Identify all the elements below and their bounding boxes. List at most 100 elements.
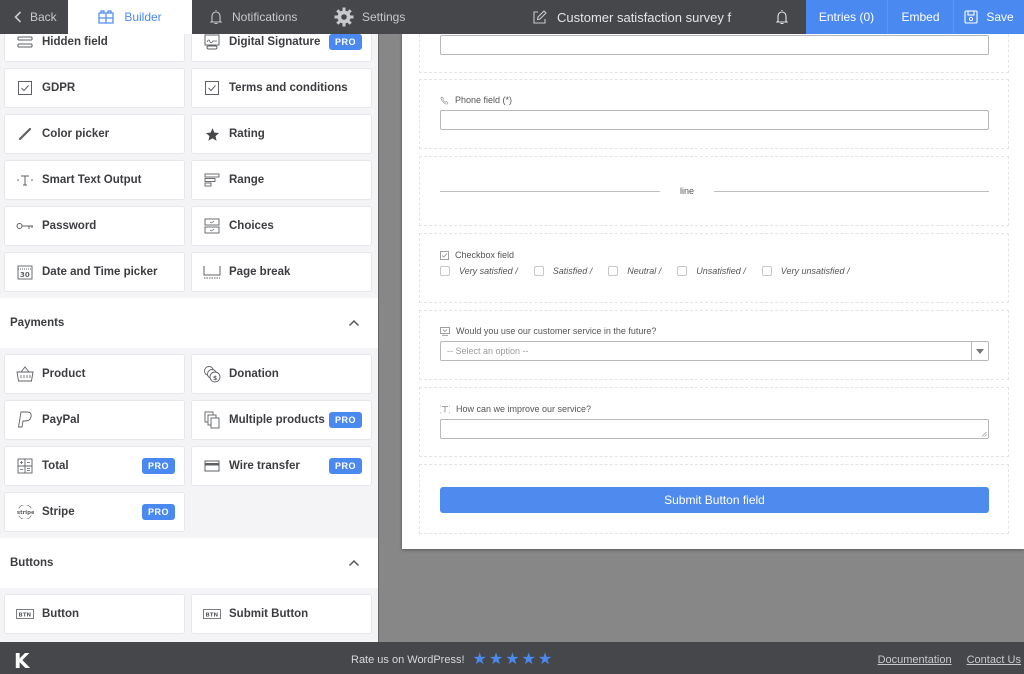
back-label: Back: [30, 10, 57, 24]
form-field-checkbox[interactable]: Checkbox field Very satisfied / Satisfied…: [419, 233, 1009, 303]
logo: K: [14, 649, 30, 673]
back-button[interactable]: Back: [0, 0, 68, 34]
btn-icon: BTN: [16, 605, 34, 623]
pro-badge: PRO: [328, 34, 362, 50]
form-field-phone[interactable]: Phone field (*): [419, 79, 1009, 149]
choices-icon: [203, 217, 221, 235]
field-card-paypal[interactable]: PayPal: [4, 400, 185, 440]
star-icon: [203, 125, 221, 143]
resize-handle-icon[interactable]: [981, 431, 987, 437]
field-card-rating[interactable]: Rating: [191, 114, 372, 154]
paypal-icon: [16, 411, 34, 429]
field-card-label: Hidden field: [42, 36, 108, 48]
field-card-multiple-products[interactable]: Multiple products PRO: [191, 400, 372, 440]
pro-badge: PRO: [141, 458, 175, 474]
coins-icon: $: [203, 365, 221, 383]
page-break-icon: [203, 263, 221, 281]
field-card-total[interactable]: Total PRO: [4, 446, 185, 486]
star-icon[interactable]: ★: [489, 652, 503, 668]
entries-button[interactable]: Entries (0): [806, 0, 887, 34]
checkbox-option[interactable]: Very satisfied /: [440, 266, 518, 276]
field-card-wire-transfer[interactable]: Wire transfer PRO: [191, 446, 372, 486]
star-icon[interactable]: ★: [538, 652, 552, 668]
star-icon[interactable]: ★: [473, 652, 487, 668]
checkbox[interactable]: [533, 266, 544, 276]
section-payments[interactable]: Payments: [0, 298, 378, 348]
settings-label: Settings: [362, 10, 406, 24]
checkbox-option[interactable]: Satisfied /: [533, 266, 593, 276]
embed-button[interactable]: Embed: [887, 0, 953, 34]
checkbox-label: Checkbox field: [455, 250, 515, 260]
tab-settings[interactable]: Settings: [322, 0, 405, 34]
checkbox[interactable]: [761, 266, 772, 276]
form-title[interactable]: Customer satisfaction survey f: [532, 0, 731, 34]
documentation-link[interactable]: Documentation: [878, 654, 952, 666]
field-card-submit-button[interactable]: BTN Submit Button: [191, 594, 372, 634]
svg-text:$: $: [213, 375, 217, 382]
submit-button[interactable]: Submit Button field: [440, 487, 989, 513]
checkbox-option[interactable]: Neutral /: [608, 266, 661, 276]
payments-grid: Product $ Donation PayPal Multiple products P…: [0, 354, 378, 532]
checkbox-icon: [440, 250, 449, 260]
key-icon: [16, 217, 34, 235]
tab-notifications[interactable]: Notifications: [192, 0, 322, 34]
field-card-label: Page break: [229, 266, 291, 278]
field-card-smart-text-output[interactable]: Smart Text Output: [4, 160, 185, 200]
checkbox[interactable]: [440, 266, 450, 276]
text-input[interactable]: [440, 35, 989, 55]
field-card-stripe[interactable]: stripe Stripe PRO: [4, 492, 185, 532]
rate-us[interactable]: Rate us on WordPress! ★ ★ ★ ★ ★: [351, 652, 552, 668]
caret-down-icon[interactable]: [971, 342, 988, 360]
phone-input[interactable]: [440, 110, 989, 130]
checkbox-option[interactable]: Unsatisfied /: [677, 266, 746, 276]
form-field-select[interactable]: Would you use our customer service in th…: [419, 310, 1009, 380]
tab-builder[interactable]: Builder: [68, 0, 192, 34]
form-field-submit[interactable]: Submit Button field: [419, 464, 1009, 534]
checkbox-option-label: Satisfied /: [552, 266, 593, 276]
chevron-up-icon[interactable]: [348, 559, 360, 567]
field-card-password[interactable]: Password: [4, 206, 185, 246]
checkbox[interactable]: [677, 266, 688, 276]
field-card-product[interactable]: Product: [4, 354, 185, 394]
field-card-choices[interactable]: Choices: [191, 206, 372, 246]
field-card-label: Total: [42, 460, 69, 472]
notifications-label: Notifications: [232, 10, 298, 24]
checkbox-option-label: Very satisfied /: [459, 266, 518, 276]
save-button[interactable]: Save: [953, 0, 1024, 34]
section-buttons[interactable]: Buttons: [0, 538, 378, 588]
field-card-label: Range: [229, 174, 265, 186]
field-card-donation[interactable]: $ Donation: [191, 354, 372, 394]
field-card-range[interactable]: Range: [191, 160, 372, 200]
rating-stars[interactable]: ★ ★ ★ ★ ★: [473, 652, 553, 668]
star-icon[interactable]: ★: [522, 652, 536, 668]
field-card-page-break[interactable]: Page break: [191, 252, 372, 292]
field-card-label: Password: [42, 220, 97, 232]
top-bar: Back Builder Notifications Settings Cust…: [0, 0, 1024, 34]
form-field-textarea[interactable]: How can we improve our service?: [419, 387, 1009, 457]
field-card-gdpr[interactable]: GDPR: [4, 68, 185, 108]
field-card-terms-and-conditions[interactable]: Terms and conditions: [191, 68, 372, 108]
notifications-bell-button[interactable]: [772, 0, 792, 34]
range-icon: [203, 171, 221, 189]
field-card-button[interactable]: BTN Button: [4, 594, 185, 634]
field-card-label: Choices: [229, 220, 274, 232]
form-field-line[interactable]: line: [419, 156, 1009, 226]
textarea-input[interactable]: [440, 419, 989, 439]
buttons-grid: BTN Button BTN Submit Button: [0, 594, 378, 634]
checkbox-option[interactable]: Very unsatisfied /: [761, 266, 850, 276]
checkbox-icon: [16, 79, 34, 97]
select-dropdown[interactable]: -- Select an option --: [440, 341, 989, 361]
checkbox[interactable]: [608, 266, 619, 276]
star-icon[interactable]: ★: [505, 652, 519, 668]
edit-icon: [532, 9, 547, 25]
field-card-color-picker[interactable]: Color picker: [4, 114, 185, 154]
chevron-up-icon[interactable]: [348, 319, 360, 327]
field-card-date-and-time-picker[interactable]: 30 Date and Time picker: [4, 252, 185, 292]
field-card-hidden-field[interactable]: Hidden field: [4, 34, 185, 62]
checkbox-option-label: Very unsatisfied /: [780, 266, 850, 276]
section-title: Payments: [10, 317, 65, 329]
field-card-digital-signature[interactable]: Digital Signature PRO: [191, 34, 372, 62]
contact-us-link[interactable]: Contact Us: [967, 654, 1021, 666]
field-card-label: Wire transfer: [229, 460, 300, 472]
footer: K Rate us on WordPress! ★ ★ ★ ★ ★ Documentat…: [0, 642, 1024, 674]
